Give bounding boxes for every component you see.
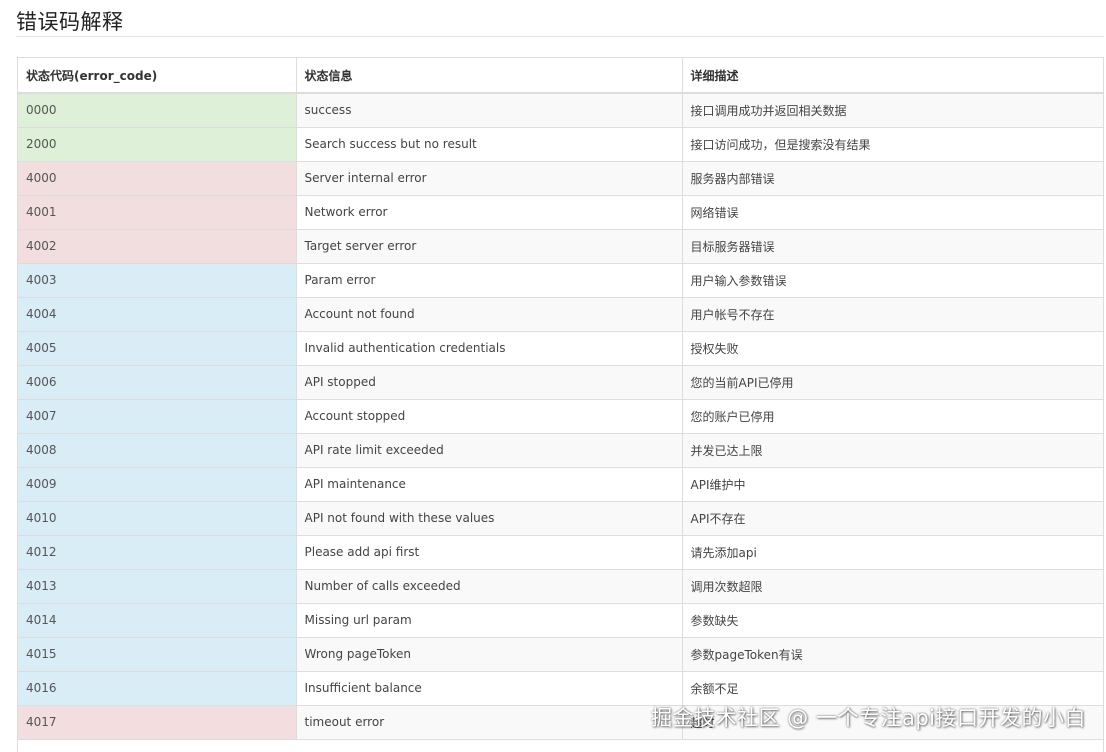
table-row: 4015 Wrong pageToken 参数pageToken有误 [18,636,1103,672]
cell-status-message: Account stopped [295,398,683,434]
table-row: 4001 Network error 网络错误 [18,194,1103,230]
cell-description: 用户帐号不存在 [681,296,1103,332]
table-row: 4012 Please add api first 请先添加api [18,534,1103,570]
cell-error-code: 4016 [18,670,297,706]
cell-error-code: 4006 [18,364,297,400]
table-row: 4000 Server internal error 服务器内部错误 [18,160,1103,196]
cell-status-message: Missing url param [295,602,683,638]
cell-description: API维护中 [681,466,1103,502]
table-row: 4006 API stopped 您的当前API已停用 [18,364,1103,400]
table-row: 4002 Target server error 目标服务器错误 [18,228,1103,264]
cell-error-code: 4002 [18,228,297,264]
table-row: 4010 API not found with these values API不存… [18,500,1103,536]
cell-description: 调用次数超限 [681,568,1103,604]
cell-error-code: 4007 [18,398,297,434]
cell-error-code: 4009 [18,466,297,502]
cell-error-code: 4005 [18,330,297,366]
cell-description: 请先添加api [681,534,1103,570]
cell-description: 参数pageToken有误 [681,636,1103,672]
cell-error-code: 4015 [18,636,297,672]
cell-error-code: 4003 [18,262,297,298]
cell-description: 用户输入参数错误 [681,262,1103,298]
cell-status-message: Number of calls exceeded [295,568,683,604]
cell-status-message: Insufficient balance [295,670,683,706]
table-row: 4008 API rate limit exceeded 并发已达上限 [18,432,1103,468]
cell-description: 目标服务器错误 [681,228,1103,264]
cell-description: 您的账户已停用 [681,398,1103,434]
cell-error-code: 4013 [18,568,297,604]
error-code-table: 状态代码(error_code) 状态信息 详细描述 0000 success 接口… [18,58,1103,740]
table-row: 4009 API maintenance API维护中 [18,466,1103,502]
cell-status-message: API not found with these values [295,500,683,536]
table-row: 4005 Invalid authentication credentials 授权… [18,330,1103,366]
header-error-code: 状态代码(error_code) [18,58,297,94]
cell-status-message: API maintenance [295,466,683,502]
header-description: 详细描述 [681,58,1103,94]
cell-status-message: Please add api first [295,534,683,570]
table-row: 4013 Number of calls exceeded 调用次数超限 [18,568,1103,604]
table-row: 4014 Missing url param 参数缺失 [18,602,1103,638]
table-row: 4016 Insufficient balance 余额不足 [18,670,1103,706]
cell-error-code: 4004 [18,296,297,332]
cell-status-message: Server internal error [295,160,683,196]
cell-description: 接口调用成功并返回相关数据 [681,92,1103,128]
cell-status-message: Search success but no result [295,126,683,162]
cell-status-message: Network error [295,194,683,230]
cell-description: API不存在 [681,500,1103,536]
cell-status-message: Param error [295,262,683,298]
table-row: 2000 Search success but no result 接口访问成功，但… [18,126,1103,162]
error-code-table-container: 状态代码(error_code) 状态信息 详细描述 0000 success 接口… [17,57,1104,752]
table-row: 4003 Param error 用户输入参数错误 [18,262,1103,298]
cell-error-code: 4008 [18,432,297,468]
watermark: 掘金技术社区 @ 一个专注api接口开发的小白 [651,706,1086,730]
cell-status-message: Invalid authentication credentials [295,330,683,366]
cell-error-code: 4010 [18,500,297,536]
cell-description: 您的当前API已停用 [681,364,1103,400]
cell-description: 服务器内部错误 [681,160,1103,196]
table-row: 4007 Account stopped 您的账户已停用 [18,398,1103,434]
cell-error-code: 4017 [18,704,297,740]
header-row: 状态代码(error_code) 状态信息 详细描述 [18,58,1103,94]
title-divider [16,36,1104,37]
cell-description: 接口访问成功，但是搜索没有结果 [681,126,1103,162]
cell-description: 授权失败 [681,330,1103,366]
cell-error-code: 4014 [18,602,297,638]
table-row: 4004 Account not found 用户帐号不存在 [18,296,1103,332]
cell-status-message: Target server error [295,228,683,264]
table-header: 状态代码(error_code) 状态信息 详细描述 [18,58,1103,94]
cell-status-message: API stopped [295,364,683,400]
cell-error-code: 4001 [18,194,297,230]
cell-error-code: 2000 [18,126,297,162]
cell-error-code: 4012 [18,534,297,570]
header-status-message: 状态信息 [295,58,683,94]
table-body: 0000 success 接口调用成功并返回相关数据 2000 Search succe… [18,92,1103,740]
cell-status-message: success [295,92,683,128]
cell-description: 余额不足 [681,670,1103,706]
cell-status-message: API rate limit exceeded [295,432,683,468]
table-row: 0000 success 接口调用成功并返回相关数据 [18,92,1103,128]
cell-status-message: Account not found [295,296,683,332]
cell-description: 并发已达上限 [681,432,1103,468]
cell-status-message: Wrong pageToken [295,636,683,672]
cell-status-message: timeout error [295,704,683,740]
cell-error-code: 0000 [18,92,297,128]
cell-description: 网络错误 [681,194,1103,230]
cell-error-code: 4000 [18,160,297,196]
cell-description: 参数缺失 [681,602,1103,638]
page-title: 错误码解释 [16,10,124,34]
